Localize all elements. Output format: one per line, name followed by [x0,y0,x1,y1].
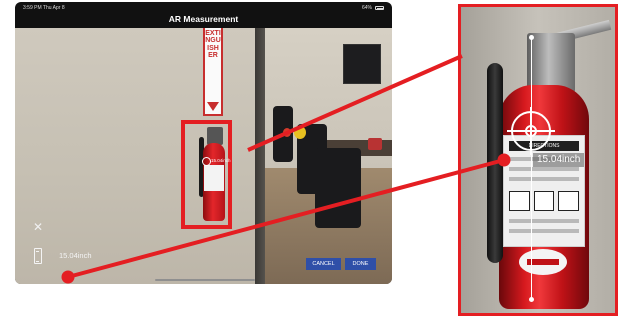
measurement-line [531,37,533,299]
mini-measurement-label: 15.04inch [211,158,231,163]
brand-logo-icon [519,249,567,275]
label-row [509,229,579,233]
measurement-readout: 15.04inch [59,251,92,260]
battery-percent: 64% [361,5,372,11]
status-time: 3:59 PM Thu Apr 8 [23,5,65,11]
zoom-measurement-label: 15.04inch [533,153,585,167]
highlight-box [181,120,232,229]
label-row [509,219,579,223]
label-row [509,167,579,171]
ruler-icon[interactable] [34,248,42,264]
crosshair-center-icon [525,125,537,137]
measurement-point-bottom[interactable] [529,297,534,302]
pictogram-icon [558,191,580,211]
measurement-point-top[interactable] [529,35,534,40]
pictogram-icon [509,191,530,211]
pictogram-icon [533,191,555,211]
label-row [509,177,579,181]
status-indicators: 64% [362,5,384,11]
home-indicator[interactable] [155,279,255,281]
battery-icon [375,6,384,10]
camera-overlay: 15.04inch ✕ 15.04inch CANCEL DONE [15,28,392,284]
crosshair-icon [202,157,211,166]
extinguisher-hose [487,63,503,263]
zoom-panel: DIRECTIONS 15.04inch [458,4,618,316]
cancel-button[interactable]: CANCEL [306,258,341,270]
page-title: AR Measurement [168,14,239,24]
close-icon[interactable]: ✕ [33,221,43,233]
status-bar: 3:59 PM Thu Apr 8 64% [15,2,392,14]
label-pictograms [509,191,580,211]
done-button[interactable]: DONE [345,258,376,270]
extinguisher-valve [527,33,575,93]
